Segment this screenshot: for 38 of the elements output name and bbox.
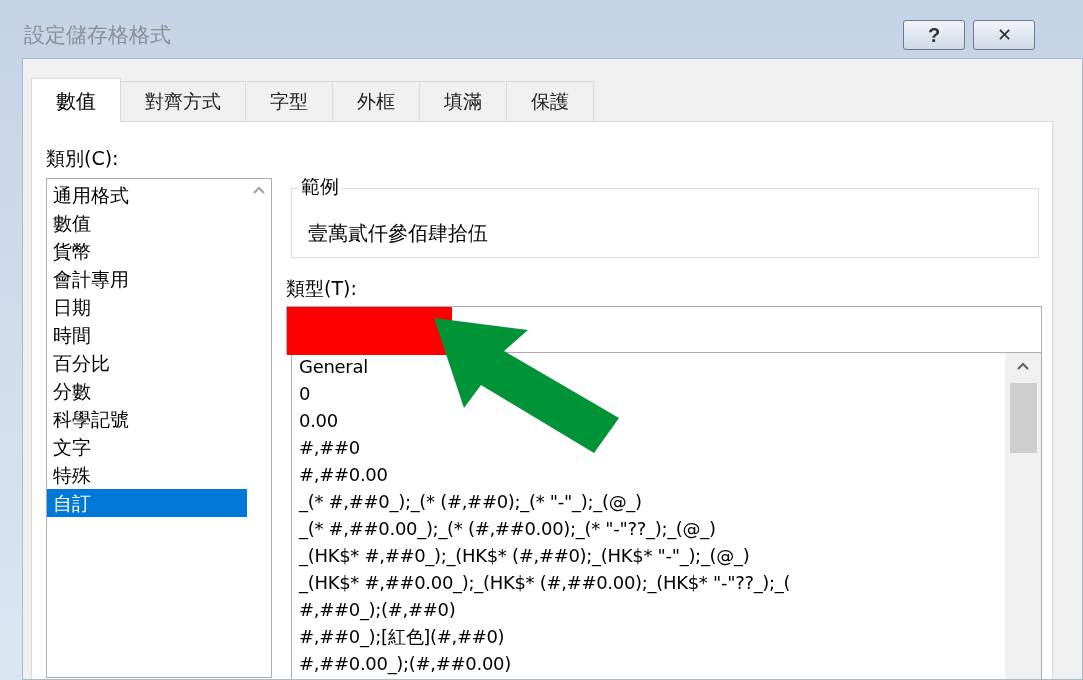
category-item[interactable]: 自訂 bbox=[47, 489, 247, 517]
format-item[interactable]: #,##0.00 bbox=[299, 461, 1005, 488]
category-label: 類別(C): bbox=[46, 147, 119, 169]
scroll-up-icon[interactable] bbox=[1016, 361, 1030, 371]
category-item[interactable]: 特殊 bbox=[47, 461, 247, 489]
category-list[interactable]: 通用格式 數值 貨幣 會計專用 日期 時間 百分比 分數 科學記號 文字 特殊 自訂 bbox=[46, 178, 272, 678]
format-item[interactable]: #,##0 bbox=[299, 434, 1005, 461]
format-item[interactable]: 0 bbox=[299, 380, 1005, 407]
format-item[interactable]: _(* #,##0.00_);_(* (#,##0.00);_(* "-"??_);_(@_) bbox=[299, 515, 1005, 542]
scrollbar-thumb[interactable] bbox=[1009, 383, 1037, 453]
scroll-up-icon[interactable] bbox=[252, 185, 266, 195]
sample-value: 壹萬貳仟參佰肆拾伍 bbox=[308, 221, 488, 245]
category-item[interactable]: 科學記號 bbox=[47, 405, 247, 433]
format-item[interactable]: #,##0_);[紅色](#,##0) bbox=[299, 623, 1005, 650]
format-item[interactable]: General bbox=[299, 353, 1005, 380]
format-item[interactable]: _(HK$* #,##0_);_(HK$* (#,##0);_(HK$* "-"_);_(@_) bbox=[299, 542, 1005, 569]
category-item[interactable]: 數值 bbox=[47, 209, 247, 237]
category-item[interactable]: 會計專用 bbox=[47, 265, 247, 293]
close-button[interactable]: ✕ bbox=[973, 20, 1035, 50]
format-item[interactable]: _(* #,##0_);_(* (#,##0);_(* "-"_);_(@_) bbox=[299, 488, 1005, 515]
category-item[interactable]: 時間 bbox=[47, 321, 247, 349]
tab[interactable]: 數值 bbox=[31, 78, 121, 122]
format-item[interactable]: #,##0_);(#,##0) bbox=[299, 596, 1005, 623]
help-button[interactable]: ? bbox=[903, 20, 965, 50]
type-list[interactable] bbox=[291, 352, 1042, 679]
format-item[interactable]: #,##0.00_);(#,##0.00) bbox=[299, 650, 1005, 677]
sample-label: 範例 bbox=[301, 175, 339, 197]
category-item[interactable]: 通用格式 bbox=[47, 181, 247, 209]
category-item[interactable]: 百分比 bbox=[47, 349, 247, 377]
tab[interactable]: 保護 bbox=[506, 81, 594, 121]
format-item[interactable]: 0.00 bbox=[299, 407, 1005, 434]
category-item[interactable]: 貨幣 bbox=[47, 237, 247, 265]
category-item[interactable]: 分數 bbox=[47, 377, 247, 405]
window-title: 設定儲存格格式 bbox=[24, 22, 171, 50]
format-item[interactable]: _(HK$* #,##0.00_);_(HK$* (#,##0.00);_(HK$* "-"??_);_( bbox=[299, 569, 1005, 596]
category-item[interactable]: 文字 bbox=[47, 433, 247, 461]
category-item[interactable]: 日期 bbox=[47, 293, 247, 321]
type-label: 類型(T): bbox=[286, 277, 357, 299]
